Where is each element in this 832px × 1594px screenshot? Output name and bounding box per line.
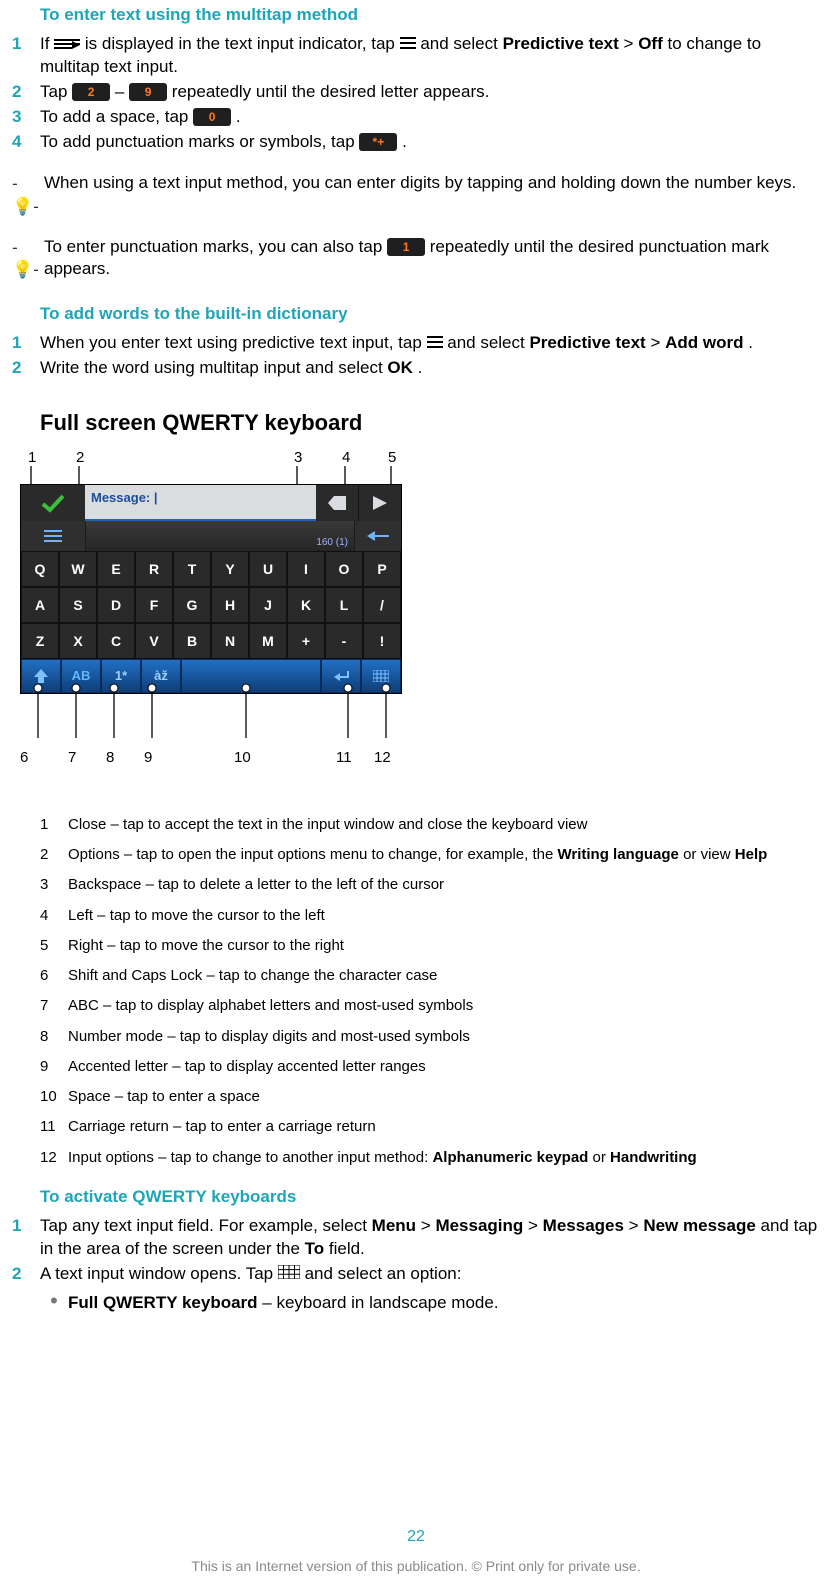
- step-number: 1: [12, 332, 40, 355]
- tip-punctuation: -💡- To enter punctuation marks, you can …: [12, 236, 822, 282]
- left-arrow-icon: [354, 521, 401, 551]
- callout: 3: [294, 449, 302, 466]
- space-key: [181, 659, 321, 693]
- input-options-key-icon: [361, 659, 401, 693]
- keyboard: Message: | 160 (1) QWERTYUIOP ASDFGHJKL/: [20, 484, 402, 694]
- step-number: 4: [12, 131, 40, 154]
- key-icon: 0: [193, 108, 231, 126]
- close-check-icon: [21, 485, 85, 521]
- pencil-lines-icon: [54, 37, 80, 51]
- heading-multitap: To enter text using the multitap method: [40, 4, 822, 27]
- menu-icon: [427, 332, 443, 355]
- step-number: 2: [12, 81, 40, 104]
- kbd-row: QWERTYUIOP: [21, 551, 401, 587]
- keyboard-svg: 1 2 3 4 5 Message: |: [16, 448, 416, 788]
- steps-activate: 1 Tap any text input field. For example,…: [12, 1215, 822, 1286]
- right-nav-icon: [358, 485, 401, 521]
- key-icon: 2: [72, 83, 110, 101]
- lightbulb-icon: -💡-: [12, 237, 44, 283]
- tip-text: When using a text input method, you can …: [44, 172, 822, 195]
- lightbulb-icon: -💡-: [12, 173, 44, 219]
- step-text: If is displayed in the text input indica…: [40, 33, 822, 79]
- callout: 7: [68, 749, 76, 766]
- key-icon: *+: [359, 133, 397, 151]
- menu-icon: [400, 33, 416, 56]
- kbd-row: ZXCVBNM+-!: [21, 623, 401, 659]
- callout: 6: [20, 749, 28, 766]
- accent-key: àž: [141, 659, 181, 693]
- options-icon: [21, 521, 86, 551]
- steps-multitap: 1 If is displayed in the text input indi…: [12, 33, 822, 154]
- heading-activate-qwerty: To activate QWERTY keyboards: [40, 1186, 822, 1209]
- step-text: A text input window opens. Tap and selec…: [40, 1263, 822, 1286]
- step-number: 2: [12, 1263, 40, 1286]
- callout: 5: [388, 449, 396, 466]
- callout: 4: [342, 449, 350, 466]
- keyboard-diagram: 1 2 3 4 5 Message: |: [16, 448, 822, 795]
- keyboard-legend: 1Close – tap to accept the text in the i…: [40, 815, 822, 1168]
- callout: 12: [374, 749, 391, 766]
- callout: 2: [76, 449, 84, 466]
- message-field: Message: |: [85, 485, 316, 521]
- bullet-text: Full QWERTY keyboard – keyboard in lands…: [68, 1292, 499, 1315]
- kbd-row: ASDFGHJKL/: [21, 587, 401, 623]
- callout: 9: [144, 749, 152, 766]
- keyboard-grid-icon: [278, 1263, 300, 1286]
- steps-dictionary: 1 When you enter text using predictive t…: [12, 332, 822, 380]
- step-number: 2: [12, 357, 40, 380]
- step-number: 1: [12, 1215, 40, 1238]
- step-text: Tap any text input field. For example, s…: [40, 1215, 822, 1261]
- abc-key: AB: [61, 659, 101, 693]
- step-number: 1: [12, 33, 40, 56]
- step-text: To add a space, tap 0 .: [40, 106, 822, 129]
- number-key: 1*: [101, 659, 141, 693]
- bullet-list: • Full QWERTY keyboard – keyboard in lan…: [40, 1292, 822, 1315]
- return-key-icon: [321, 659, 361, 693]
- page: To enter text using the multitap method …: [0, 4, 832, 1594]
- step-text: To add punctuation marks or symbols, tap…: [40, 131, 822, 154]
- step-text: Tap 2 – 9 repeatedly until the desired l…: [40, 81, 822, 104]
- callout: 1: [28, 449, 36, 466]
- key-icon: 9: [129, 83, 167, 101]
- page-number: 22: [0, 1526, 832, 1548]
- char-counter: 160 (1): [86, 521, 354, 551]
- callout: 8: [106, 749, 114, 766]
- bullet-icon: •: [40, 1292, 68, 1310]
- step-text: Write the word using multitap input and …: [40, 357, 822, 380]
- key-icon: 1: [387, 238, 425, 256]
- tip-hold-number: -💡- When using a text input method, you …: [12, 172, 822, 218]
- backspace-icon: [316, 485, 358, 521]
- heading-qwerty: Full screen QWERTY keyboard: [40, 408, 822, 438]
- tip-text: To enter punctuation marks, you can also…: [44, 236, 822, 282]
- callout: 11: [336, 749, 352, 766]
- heading-dictionary: To add words to the built-in dictionary: [40, 303, 822, 326]
- step-text: When you enter text using predictive tex…: [40, 332, 822, 355]
- callout: 10: [234, 749, 251, 766]
- footer-text: This is an Internet version of this publ…: [0, 1557, 832, 1576]
- step-number: 3: [12, 106, 40, 129]
